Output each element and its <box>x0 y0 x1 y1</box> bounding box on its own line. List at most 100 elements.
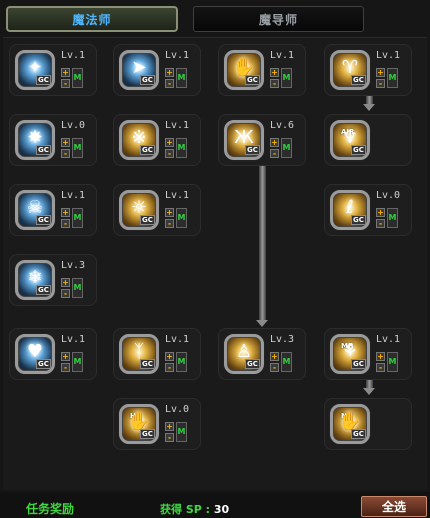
skill-master-button[interactable]: M <box>72 208 83 228</box>
skill-plus-button[interactable]: + <box>61 352 70 361</box>
skill-plus-button[interactable]: + <box>165 352 174 361</box>
skill-minus-button[interactable]: - <box>376 219 385 228</box>
quest-reward-label: 任务奖励 <box>26 502 75 516</box>
horned-beast-icon[interactable]: ♈ GC <box>330 50 370 90</box>
skill-master-button[interactable]: M <box>176 208 187 228</box>
tab-sorcerer[interactable]: 魔导师 <box>193 6 364 32</box>
skill-plus-button[interactable]: + <box>61 278 70 287</box>
sp-value: 30 <box>213 503 230 516</box>
skill-master-button[interactable]: M <box>281 68 292 88</box>
ice-burst-icon[interactable]: ✦ GC <box>15 50 55 90</box>
mp-hand-icon[interactable]: MP ✋ GC <box>330 404 370 444</box>
ice-skull-icon[interactable]: ☠ GC <box>15 190 55 230</box>
ice-spear-icon[interactable]: ➤ GC <box>119 50 159 90</box>
skill-minus-button[interactable]: - <box>376 79 385 88</box>
skill-minus-button[interactable]: - <box>165 219 174 228</box>
skill-level: Lv.1 <box>376 50 401 61</box>
skill-tree-window: 魔法师 魔导师 ✦ GC Lv.1 + - M ➤ GC Lv.1 + - M ✋ G… <box>0 0 430 518</box>
connector-line <box>259 166 266 320</box>
skill-minus-button[interactable]: - <box>165 149 174 158</box>
skill-plus-button[interactable]: + <box>165 138 174 147</box>
select-all-button[interactable]: 全选 <box>361 496 427 517</box>
skill-master-button[interactable]: M <box>176 138 187 158</box>
skill-level: Lv.3 <box>270 334 295 345</box>
skill-slot: ❄ GC Lv.3 + - M <box>9 254 97 306</box>
skill-slot: ✸ GC Lv.0 + - M <box>9 114 97 166</box>
skill-level: Lv.0 <box>165 404 190 415</box>
fire-figure-icon[interactable]: ᛉ GC <box>119 334 159 374</box>
skill-plus-button[interactable]: + <box>376 68 385 77</box>
skill-minus-button[interactable]: - <box>61 289 70 298</box>
sp-label: 获得 SP : <box>160 503 211 516</box>
tab-mage[interactable]: 魔法师 <box>6 6 178 32</box>
skill-master-button[interactable]: M <box>387 68 398 88</box>
ice-heart-icon[interactable]: ♥ GC <box>15 334 55 374</box>
mp-hand-icon[interactable]: MP ⚘ GC <box>330 334 370 374</box>
skill-level: Lv.0 <box>376 190 401 201</box>
skill-minus-button[interactable]: - <box>61 79 70 88</box>
skill-level: Lv.1 <box>376 334 401 345</box>
connector-line <box>366 96 373 104</box>
skill-master-button[interactable]: M <box>72 138 83 158</box>
skill-master-button[interactable]: M <box>281 352 292 372</box>
skill-plus-button[interactable]: + <box>270 68 279 77</box>
frost-nova-icon[interactable]: ❄ GC <box>15 260 55 300</box>
skill-minus-button[interactable]: - <box>270 363 279 372</box>
skill-plus-button[interactable]: + <box>270 138 279 147</box>
skill-master-button[interactable]: M <box>387 352 398 372</box>
skill-plus-button[interactable]: + <box>165 422 174 431</box>
skill-slot: ᛉ GC Lv.1 + - M <box>113 328 201 380</box>
fire-person-icon[interactable]: ♙ GC <box>224 334 264 374</box>
skill-master-button[interactable]: M <box>72 68 83 88</box>
skill-plus-button[interactable]: + <box>376 208 385 217</box>
skill-level: Lv.1 <box>61 50 86 61</box>
skill-level: Lv.3 <box>61 260 86 271</box>
skill-minus-button[interactable]: - <box>165 79 174 88</box>
skill-plus-button[interactable]: + <box>270 352 279 361</box>
skill-level: Lv.1 <box>61 190 86 201</box>
frost-star-icon[interactable]: ✸ GC <box>15 120 55 160</box>
skill-minus-button[interactable]: - <box>61 363 70 372</box>
fire-claw-icon[interactable]: ℓ GC <box>330 190 370 230</box>
skill-master-button[interactable]: M <box>176 352 187 372</box>
hp-hand-icon[interactable]: HP ✋ GC <box>119 404 159 444</box>
skill-level: Lv.1 <box>61 334 86 345</box>
skill-slot-locked: MP ✋ GC <box>324 398 412 450</box>
skill-minus-button[interactable]: - <box>61 149 70 158</box>
skill-minus-button[interactable]: - <box>270 79 279 88</box>
connector-arrow <box>363 388 375 395</box>
skill-master-button[interactable]: M <box>281 138 292 158</box>
skill-plus-button[interactable]: + <box>61 138 70 147</box>
skill-level: Lv.1 <box>165 334 190 345</box>
fire-swirl-icon[interactable]: ※ GC <box>119 120 159 160</box>
skill-slot: ♈ GC Lv.1 + - M <box>324 44 412 96</box>
skill-level: Lv.6 <box>270 120 295 131</box>
skill-minus-button[interactable]: - <box>376 363 385 372</box>
skill-minus-button[interactable]: - <box>61 219 70 228</box>
air-icon[interactable]: AIR ♆ GC <box>330 120 370 160</box>
skill-master-button[interactable]: M <box>176 68 187 88</box>
skill-minus-button[interactable]: - <box>165 433 174 442</box>
connector-arrow <box>256 320 268 327</box>
skill-master-button[interactable]: M <box>387 208 398 228</box>
skill-plus-button[interactable]: + <box>61 68 70 77</box>
skill-master-button[interactable]: M <box>176 422 187 442</box>
skill-minus-button[interactable]: - <box>165 363 174 372</box>
skill-master-button[interactable]: M <box>72 278 83 298</box>
skill-slot: Ж GC Lv.6 + - M <box>218 114 306 166</box>
skill-level: Lv.0 <box>61 120 86 131</box>
skill-slot: MP ⚘ GC Lv.1 + - M <box>324 328 412 380</box>
sun-sigil-icon[interactable]: ☼ GC <box>119 190 159 230</box>
skill-level: Lv.1 <box>165 50 190 61</box>
skill-plus-button[interactable]: + <box>376 352 385 361</box>
skill-plus-button[interactable]: + <box>165 68 174 77</box>
skill-master-button[interactable]: M <box>72 352 83 372</box>
fire-hand-icon[interactable]: ✋ GC <box>224 50 264 90</box>
skill-slot: ✦ GC Lv.1 + - M <box>9 44 97 96</box>
skill-plus-button[interactable]: + <box>61 208 70 217</box>
fire-burst-icon[interactable]: Ж GC <box>224 120 264 160</box>
skill-plus-button[interactable]: + <box>165 208 174 217</box>
skill-minus-button[interactable]: - <box>270 149 279 158</box>
connector-line <box>366 380 373 388</box>
skill-level: Lv.1 <box>270 50 295 61</box>
